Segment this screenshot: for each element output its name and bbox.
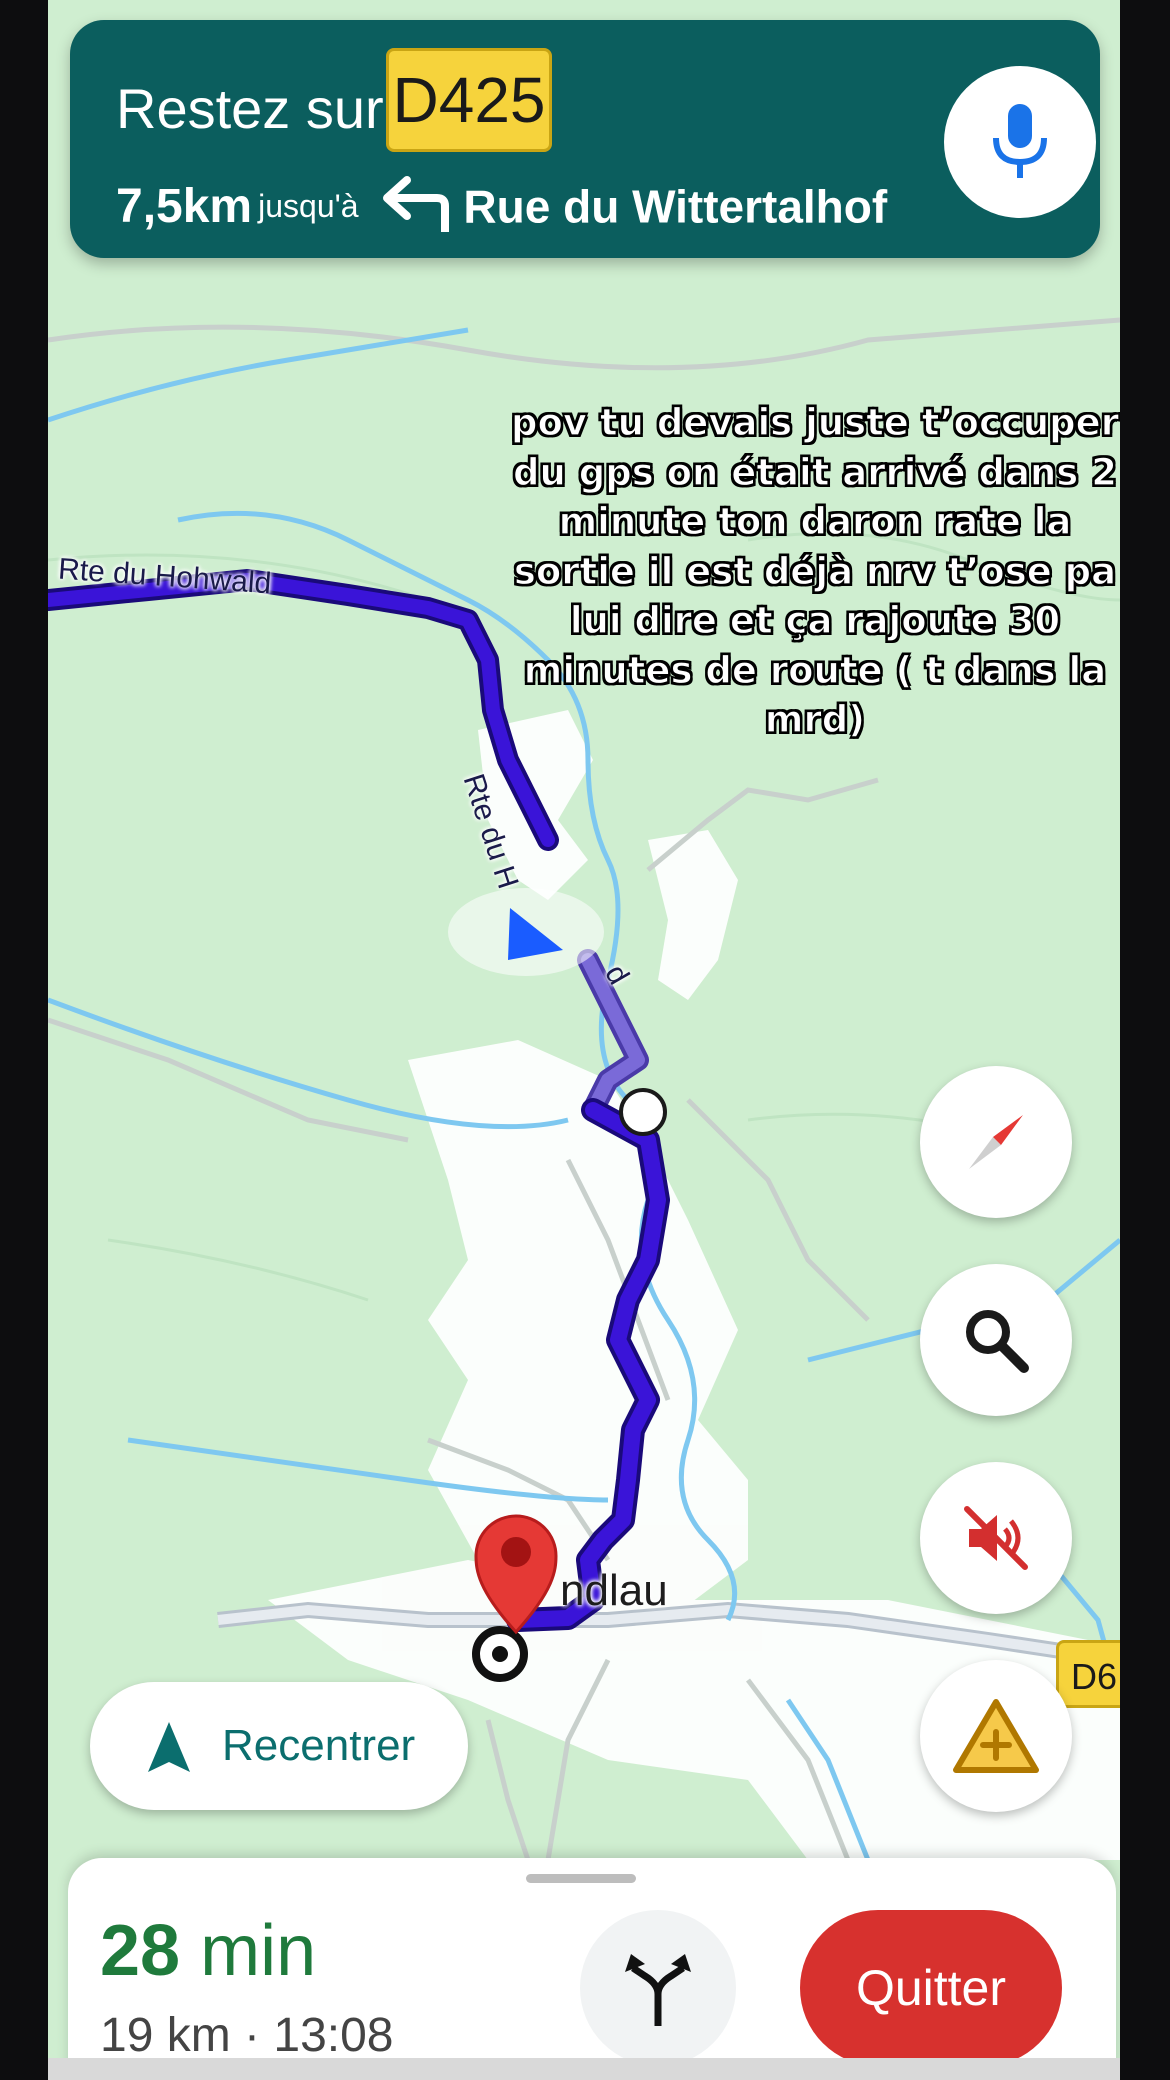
eta-unit: min xyxy=(200,1911,317,1991)
trip-bottom-sheet[interactable]: 28 min 19 km · 13:08 Quitter xyxy=(68,1858,1116,2080)
compass-icon xyxy=(969,1115,1023,1169)
next-maneuver-line: 7,5km jusqu'à Rue du Wittertalhof xyxy=(116,174,887,234)
waypoint-marker[interactable] xyxy=(619,1088,667,1136)
recenter-button[interactable]: Recentrer xyxy=(90,1682,468,1810)
turn-left-icon xyxy=(379,174,451,239)
microphone-icon xyxy=(993,104,1047,178)
navigation-arrow-icon xyxy=(148,1722,190,1772)
system-bottom-bar xyxy=(48,2058,1120,2080)
maneuver-distance: 7,5km xyxy=(116,180,253,233)
next-road-name: Rue du Wittertalhof xyxy=(463,180,888,233)
town-label: ndlau xyxy=(560,1566,668,1615)
navigation-screen: Rte du Hohwald Rte du H d ndlau D6 Reste… xyxy=(48,0,1120,2080)
alternate-routes-icon xyxy=(625,1954,691,2026)
add-incident-icon xyxy=(953,1699,1039,1773)
video-caption: pov tu devais juste t’occuper du gps on … xyxy=(510,400,1119,741)
report-incident-button[interactable] xyxy=(920,1660,1072,1812)
recenter-label: Recentrer xyxy=(222,1721,416,1770)
eta-duration: 28 min xyxy=(100,1910,316,1992)
maneuver-distance-suffix: jusqu'à xyxy=(258,188,359,224)
instruction-text: Restez sur xyxy=(116,77,384,140)
sheet-drag-handle[interactable] xyxy=(526,1874,636,1883)
navigation-banner[interactable]: Restez sur D425 7,5km jusqu'à Rue du Witt… xyxy=(70,20,1100,258)
trip-summary: 19 km · 13:08 xyxy=(100,2009,394,2062)
mute-button[interactable] xyxy=(920,1462,1072,1614)
compass-button[interactable] xyxy=(920,1066,1072,1218)
road-shield-d6: D6 xyxy=(1056,1640,1120,1708)
quit-navigation-button[interactable]: Quitter xyxy=(800,1910,1062,2066)
alternate-routes-button[interactable] xyxy=(580,1910,736,2066)
voice-search-button[interactable] xyxy=(944,66,1096,218)
search-icon xyxy=(966,1310,1029,1373)
current-location-arrow xyxy=(448,888,604,976)
eta-minutes-value: 28 xyxy=(100,1911,181,1991)
sound-off-icon xyxy=(964,1506,1028,1570)
search-along-route-button[interactable] xyxy=(920,1264,1072,1416)
road-shield-d425: D425 xyxy=(386,48,552,152)
